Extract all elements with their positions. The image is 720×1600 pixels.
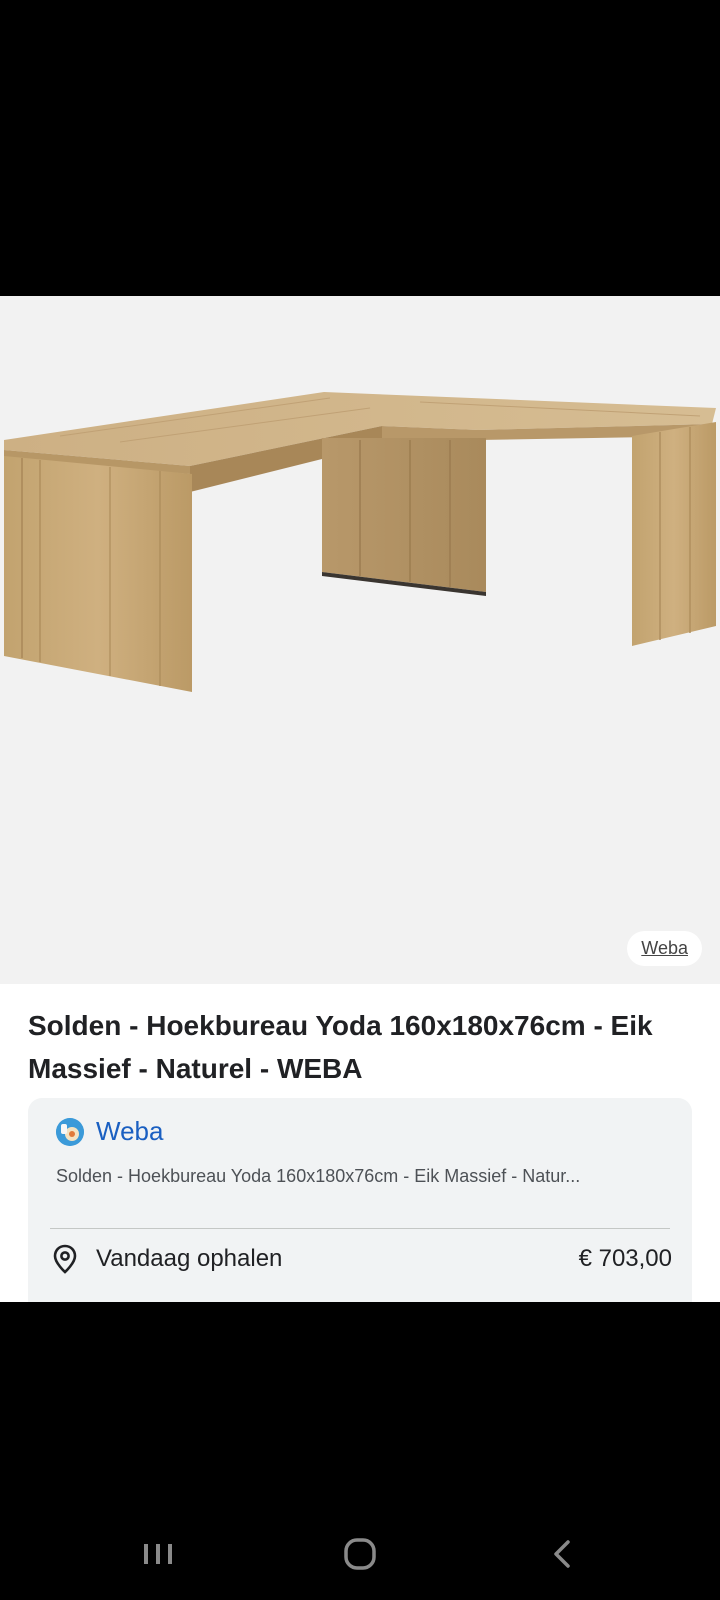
screen: Weba Solden - Hoekbureau Yoda 160x180x76… <box>0 0 720 1600</box>
pickup-label: Vandaag ophalen <box>96 1245 283 1272</box>
price: € 703,00 <box>578 1245 672 1272</box>
merchant-logo-icon <box>56 1117 84 1146</box>
merchant-card[interactable]: Weba Solden - Hoekbureau Yoda 160x180x76… <box>28 1098 692 1308</box>
desk-illustration <box>4 392 716 692</box>
product-details: Solden - Hoekbureau Yoda 160x180x76cm - … <box>0 984 720 1308</box>
product-title: Solden - Hoekbureau Yoda 160x180x76cm - … <box>28 1010 653 1084</box>
pickup-row[interactable]: Vandaag ophalen € 703,00 <box>52 1242 672 1276</box>
recents-icon[interactable] <box>136 1534 180 1574</box>
top-black-area <box>0 0 720 296</box>
back-icon[interactable] <box>540 1534 584 1574</box>
merchant-name-link[interactable]: Weba <box>96 1116 163 1147</box>
system-navbar <box>0 1520 720 1590</box>
home-icon[interactable] <box>338 1534 382 1574</box>
card-divider <box>50 1228 670 1229</box>
merchant-product-description: Solden - Hoekbureau Yoda 160x180x76cm - … <box>56 1166 581 1186</box>
location-pin-icon <box>53 1244 77 1274</box>
merchant-row[interactable]: Weba <box>56 1116 163 1147</box>
image-source-chip[interactable]: Weba <box>627 931 702 966</box>
product-image[interactable]: Weba <box>0 296 720 984</box>
